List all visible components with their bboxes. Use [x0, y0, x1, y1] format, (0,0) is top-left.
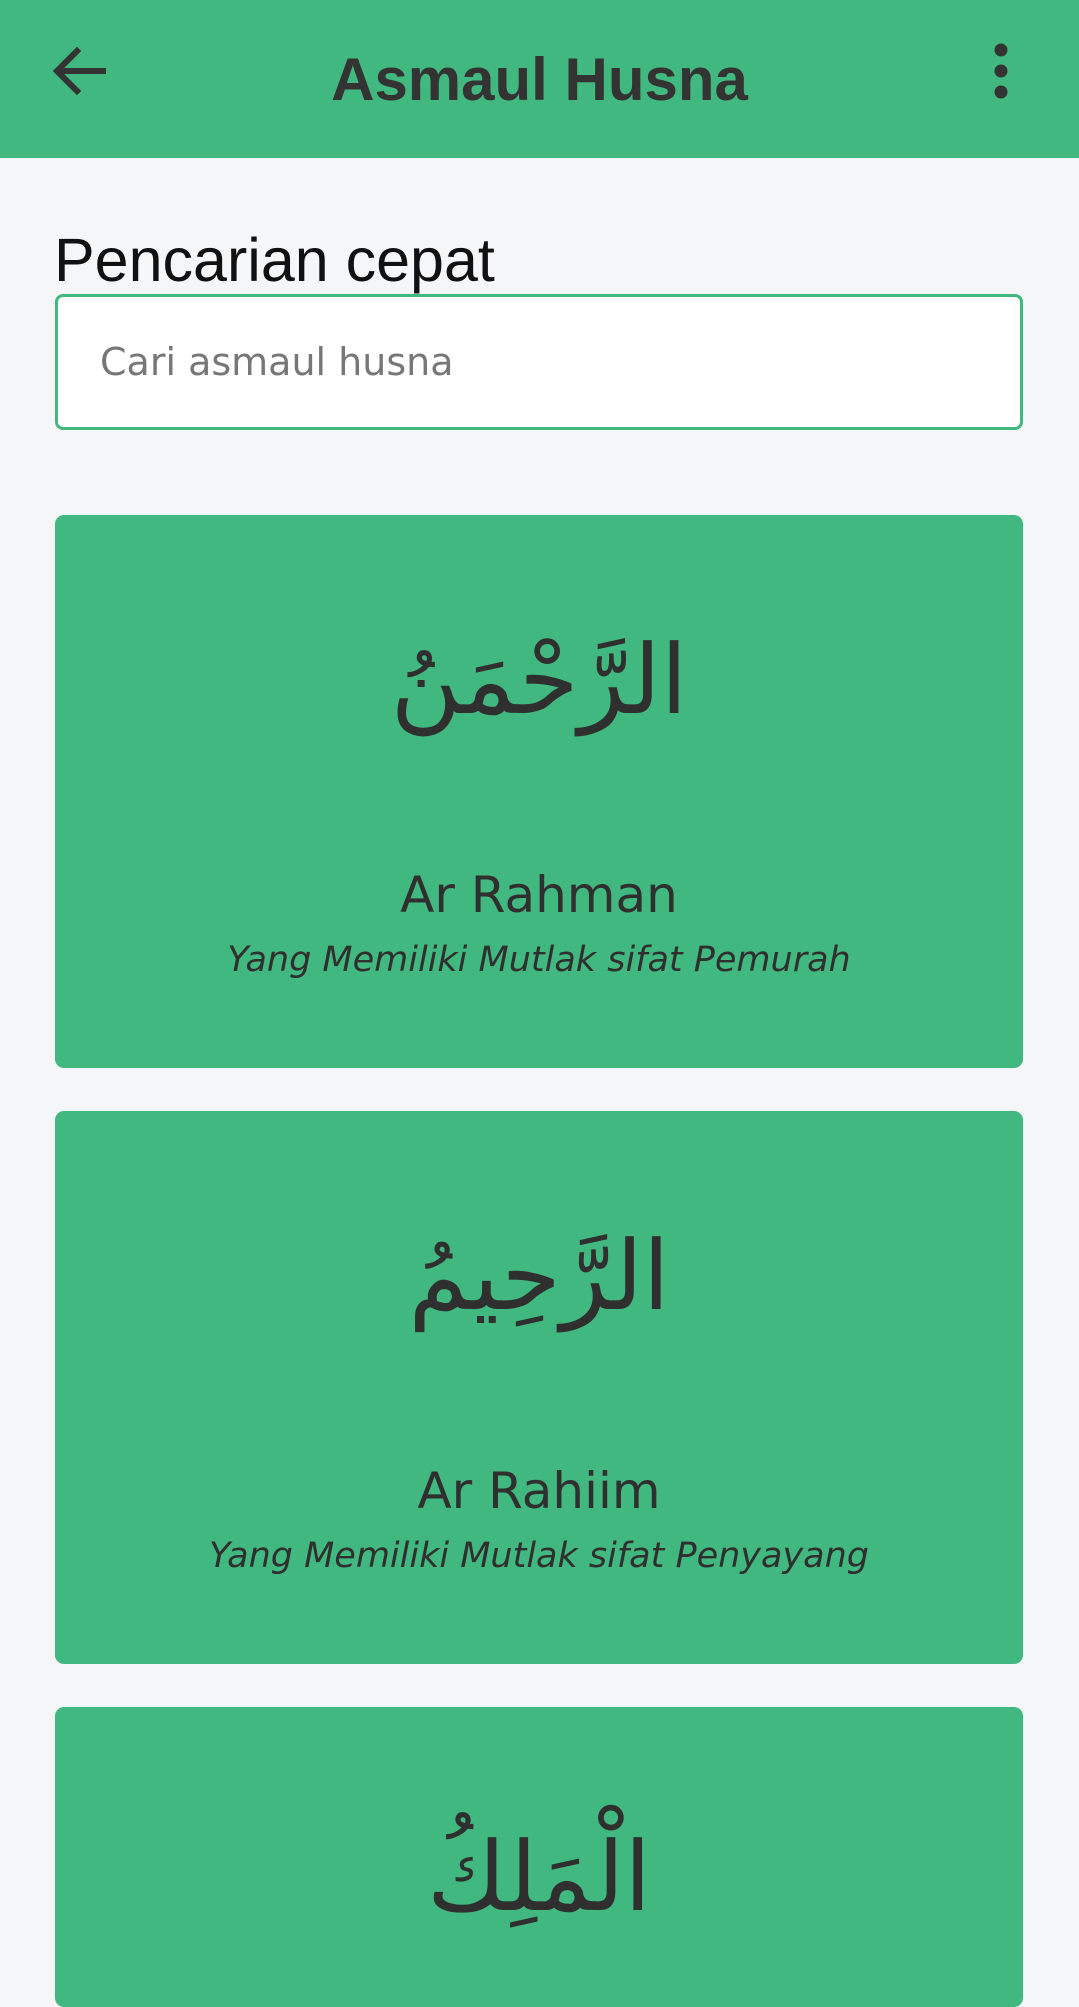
- name-meaning: Yang Memiliki Mutlak sifat Pemurah: [227, 940, 851, 980]
- latin-name: Ar Rahiim: [417, 1462, 661, 1520]
- name-meaning: Yang Memiliki Mutlak sifat Penyayang: [208, 1536, 870, 1576]
- search-input[interactable]: [55, 294, 1023, 430]
- arabic-name: الْمَلِكُ: [426, 1821, 652, 1933]
- more-vertical-icon: [994, 43, 1008, 99]
- name-card[interactable]: الرَّحِيمُ Ar Rahiim Yang Memiliki Mutla…: [55, 1111, 1023, 1664]
- quick-search-label: Pencarian cepat: [54, 226, 495, 294]
- name-card[interactable]: الْمَلِكُ: [55, 1707, 1023, 2007]
- name-card[interactable]: الرَّحْمَنُ Ar Rahman Yang Memiliki Mutl…: [55, 515, 1023, 1068]
- arabic-name: الرَّحْمَنُ: [390, 624, 688, 736]
- app-bar: Asmaul Husna: [0, 0, 1079, 158]
- arabic-name: الرَّحِيمُ: [408, 1220, 670, 1332]
- latin-name: Ar Rahman: [400, 866, 678, 924]
- page-title: Asmaul Husna: [331, 46, 748, 113]
- more-options-button[interactable]: [966, 30, 1036, 112]
